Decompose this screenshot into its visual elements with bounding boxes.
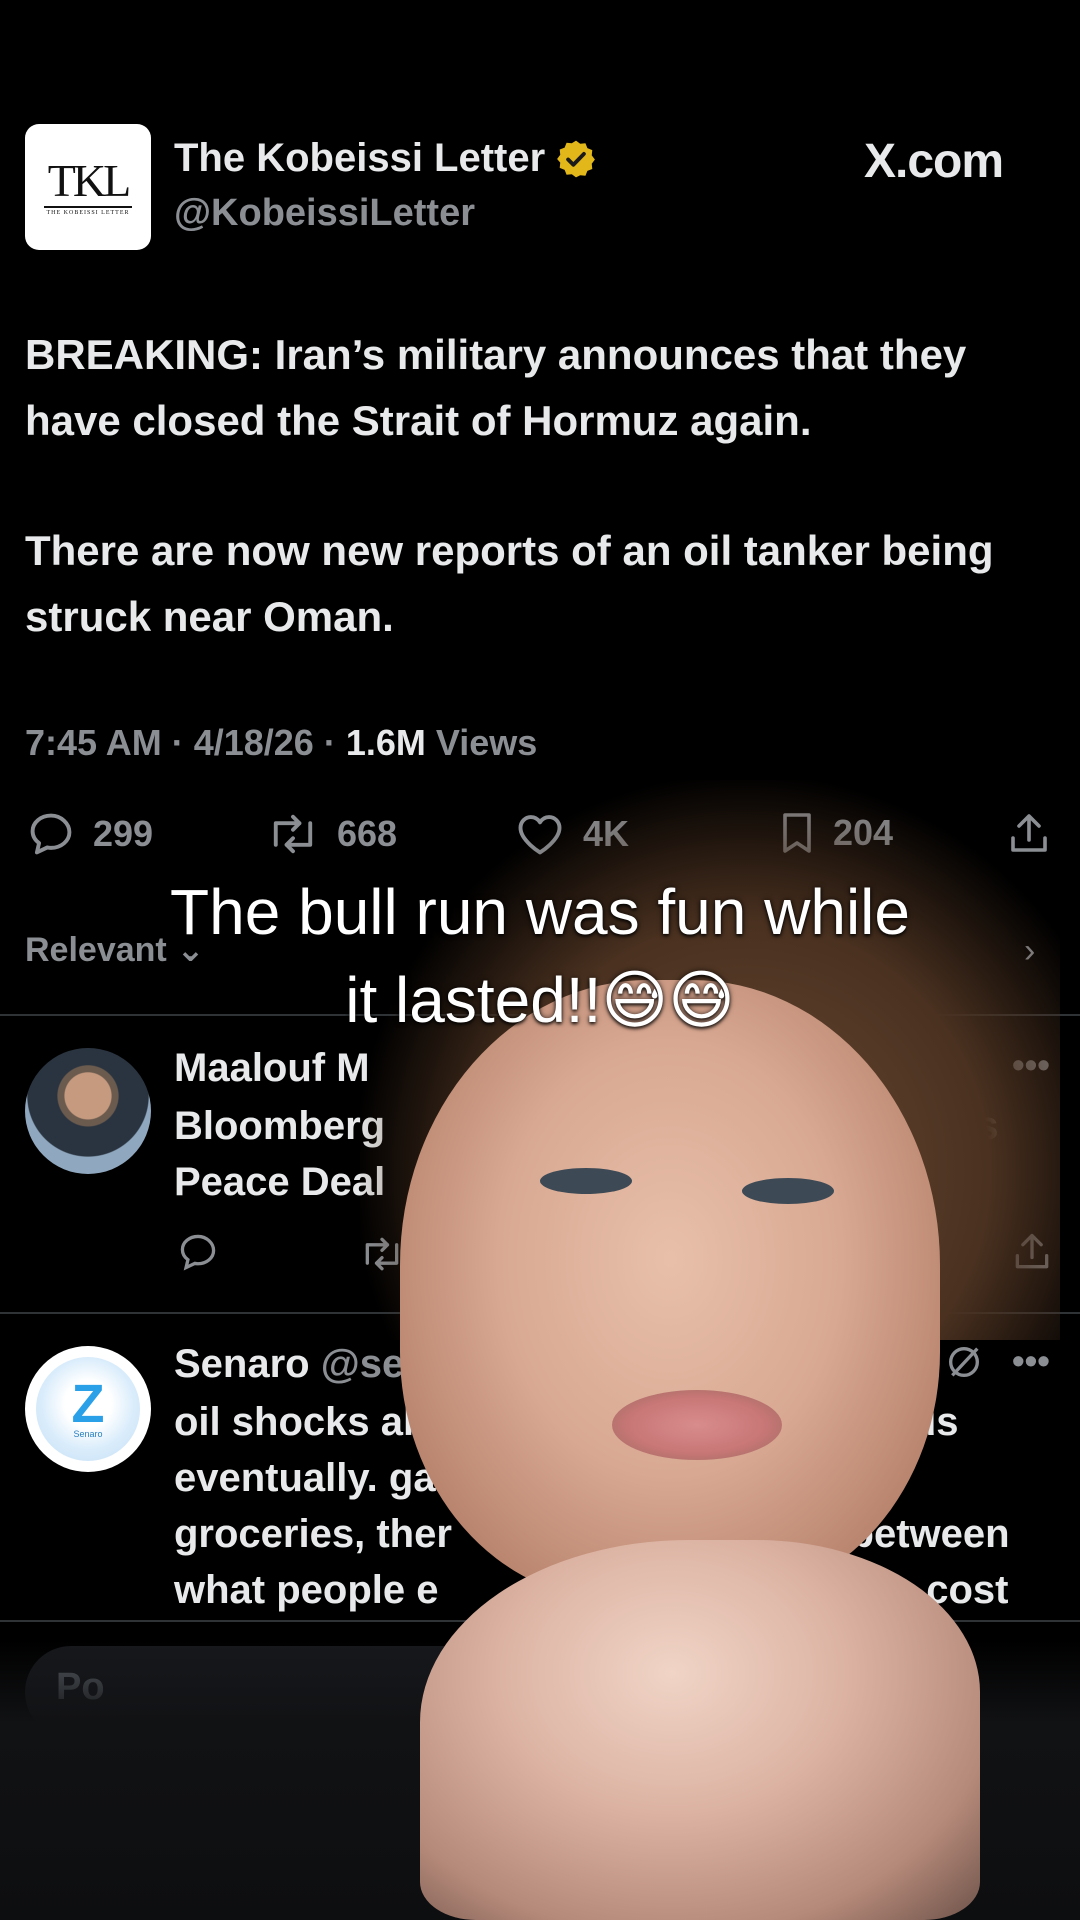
tweet-paragraph: There are now new reports of an oil tank…	[25, 527, 994, 640]
author-name-row[interactable]: The Kobeissi Letter	[174, 136, 597, 181]
reply-line: Peace Deal	[174, 1160, 386, 1204]
tweet-meta: 7:45 AM · 4/18/26 · 1.6M Views	[25, 722, 538, 763]
video-caption: The bull run was fun while it lasted!!😅😅	[0, 868, 1080, 1044]
site-watermark: X.com	[864, 135, 1004, 188]
logo-text: TKL	[43, 158, 133, 208]
tweet-paragraph: BREAKING: Iran’s military announces that…	[25, 331, 967, 444]
grok-icon[interactable]	[944, 1342, 984, 1382]
senaro-logo: Z Senaro	[36, 1357, 140, 1461]
reply-line: what people e	[174, 1568, 439, 1612]
person-lips	[612, 1390, 782, 1460]
reply-avatar[interactable]: Z Senaro	[25, 1346, 151, 1472]
reply-count: 299	[93, 813, 154, 854]
reply-line: Bloomberg	[174, 1104, 386, 1148]
reply-avatar[interactable]	[25, 1048, 151, 1174]
reply-author-name[interactable]: Maalouf M	[174, 1040, 370, 1096]
tweet-views-count: 1.6M	[345, 722, 426, 763]
senaro-logo-text: Senaro	[73, 1429, 103, 1439]
reply-author-name: Senaro	[174, 1342, 310, 1386]
reply-line: eventually. gas	[174, 1456, 458, 1500]
logo-subtext: THE KOBEISSI LETTER	[46, 210, 130, 216]
verified-badge-icon	[557, 140, 596, 177]
tweet-date: 4/18/26	[193, 722, 314, 763]
tweet-body: BREAKING: Iran’s military announces that…	[25, 322, 1065, 714]
tweet-time: 7:45 AM	[25, 722, 162, 763]
reply-line: groceries, ther	[174, 1512, 452, 1556]
profile-avatar[interactable]: TKL THE KOBEISSI LETTER	[25, 124, 151, 250]
reply-icon	[30, 813, 72, 855]
caption-line: The bull run was fun while	[170, 876, 910, 948]
tweet-views-label: Views	[435, 722, 538, 763]
reply-button[interactable]: 299	[25, 808, 153, 860]
reply-icon[interactable]	[176, 1230, 220, 1274]
author-handle[interactable]: @KobeissiLetter	[174, 192, 475, 235]
repost-icon	[273, 814, 313, 854]
caption-line: it lasted!!😅😅	[345, 964, 735, 1036]
more-options-icon[interactable]: •••	[1012, 1340, 1050, 1382]
person-face	[400, 980, 940, 1600]
person-eye	[742, 1178, 834, 1204]
person-eye	[540, 1168, 632, 1194]
senaro-logo-icon: Z	[71, 1374, 105, 1434]
person-fist	[420, 1540, 980, 1920]
author-name: The Kobeissi Letter	[174, 136, 546, 180]
